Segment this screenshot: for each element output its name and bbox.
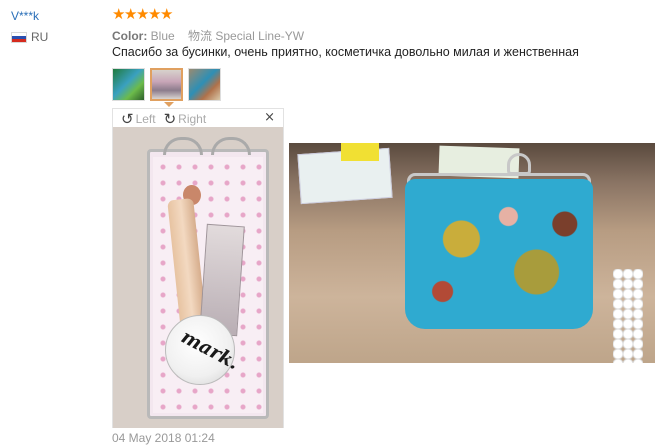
star-icon: ★ [160, 5, 174, 23]
bag-clasp [507, 153, 531, 175]
clasp-left [163, 137, 203, 155]
review-photo-thumb-3[interactable] [188, 68, 221, 101]
review-thumbnails [112, 68, 226, 101]
photo-viewer: ↺ Left ↻ Right × mark. [112, 108, 284, 428]
star-icon: ★ [112, 5, 126, 23]
review-text: Спасибо за бусинки, очень приятно, косме… [112, 45, 579, 59]
reviewer-country: RU [11, 30, 48, 44]
photo-thumbnail [113, 69, 144, 100]
order-info: Color: Blue 物流 Special Line-YW [112, 27, 304, 44]
star-icon: ★ [148, 5, 162, 23]
floral-bag [405, 179, 593, 329]
review-photo-thumb-2[interactable] [150, 68, 183, 101]
review-photo-thumb-1[interactable] [112, 68, 145, 101]
color-label: Color: [112, 29, 148, 43]
rotate-right-label: Right [178, 112, 207, 126]
rotate-right-icon: ↻ [163, 110, 177, 128]
review-date: 04 May 2018 01:24 [112, 431, 215, 445]
review-photo-large: mark. [113, 127, 283, 428]
review-photo-side[interactable] [289, 143, 655, 363]
rotate-left-label: Left [135, 112, 156, 126]
clasp-right [211, 137, 251, 155]
pearl-strap [613, 269, 643, 363]
active-thumb-caret [164, 102, 174, 107]
reviewer-name[interactable]: V***k [11, 9, 39, 23]
photo-thumbnail [152, 70, 181, 99]
close-icon[interactable]: × [264, 110, 275, 125]
rotate-left-icon: ↺ [121, 110, 134, 128]
star-icon: ★ [136, 5, 150, 23]
russia-flag-icon [11, 31, 27, 43]
color-value: Blue [150, 29, 175, 43]
rotate-left-button[interactable]: ↺ Left [121, 110, 156, 128]
shipping-method: 物流 Special Line-YW [188, 29, 305, 43]
photo-thumbnail [189, 69, 220, 100]
desk-yellow-note [341, 143, 379, 161]
rating-stars: ★ ★ ★ ★ ★ [112, 5, 174, 23]
country-code: RU [31, 30, 49, 44]
star-icon: ★ [124, 5, 138, 23]
rotate-right-button[interactable]: ↻ Right [164, 110, 207, 128]
viewer-controls: ↺ Left ↻ Right [121, 110, 214, 128]
